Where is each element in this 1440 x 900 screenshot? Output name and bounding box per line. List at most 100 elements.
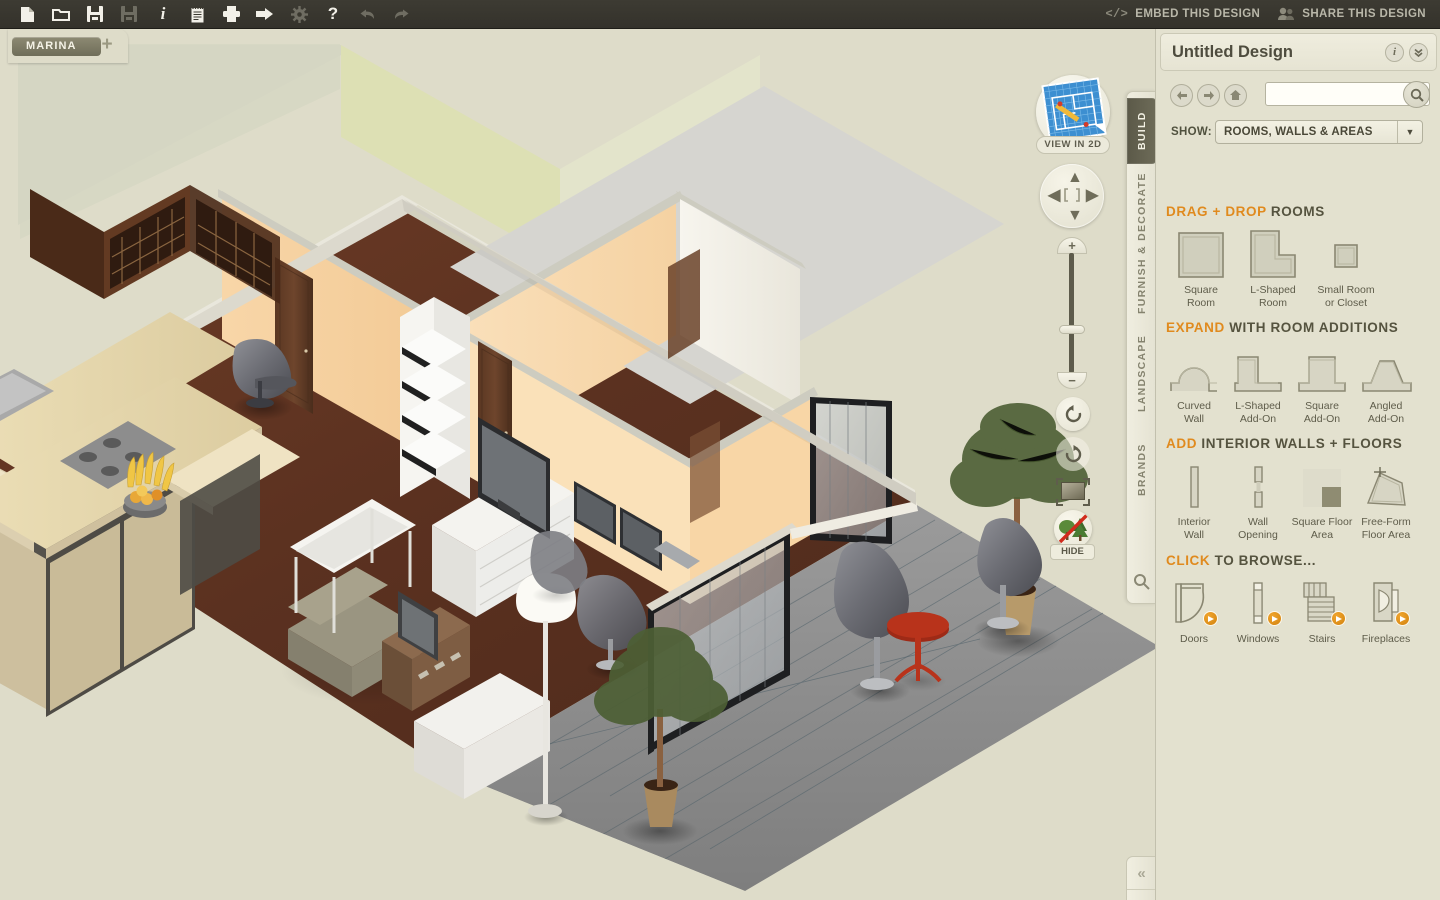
nav-forward-button[interactable]: [1197, 83, 1220, 107]
square-floor-area-icon: [1296, 457, 1348, 511]
rotate-right-button[interactable]: [1056, 437, 1090, 471]
open-folder-icon[interactable]: [44, 1, 78, 28]
material-swatch-button[interactable]: [1056, 478, 1090, 506]
fireplace-icon: [1360, 574, 1412, 628]
add-tab-button[interactable]: +: [99, 35, 115, 54]
rail-search-icon[interactable]: [1133, 573, 1150, 593]
export-icon[interactable]: [248, 1, 282, 28]
pan-right-arrow[interactable]: ▶: [1086, 188, 1098, 204]
item-square-addon[interactable]: Square Add-On: [1290, 341, 1354, 425]
item-caption: Fireplaces: [1361, 633, 1411, 645]
section-room-additions: EXPAND WITH ROOM ADDITIONS Curved Wall L…: [1156, 320, 1440, 425]
panel-search-box[interactable]: [1265, 81, 1430, 108]
item-l-shaped-room[interactable]: L-Shaped Room: [1240, 225, 1306, 309]
print-icon[interactable]: [214, 1, 248, 28]
zoom-in-button[interactable]: +: [1057, 237, 1087, 254]
panel-header-buttons: i: [1385, 42, 1436, 62]
addition-item-list: Curved Wall L-Shaped Add-On Square Add-O…: [1156, 341, 1440, 425]
stairs-icon: [1296, 574, 1348, 628]
settings-gear-icon[interactable]: [282, 1, 316, 28]
rail-tab-landscape[interactable]: LANDSCAPE: [1127, 324, 1155, 422]
square-room-icon: [1175, 225, 1227, 279]
door-grey-room: [690, 421, 720, 523]
item-caption: Windows: [1236, 633, 1280, 645]
item-square-floor-area[interactable]: Square Floor Area: [1290, 457, 1354, 541]
item-doors[interactable]: Doors: [1162, 574, 1226, 646]
undo-icon[interactable]: [350, 1, 384, 28]
embed-design-button[interactable]: </> EMBED THIS DESIGN: [1105, 7, 1260, 21]
save-icon[interactable]: [78, 1, 112, 28]
browse-go-badge[interactable]: [1331, 611, 1346, 626]
zoom-thumb[interactable]: [1059, 325, 1085, 334]
pan-left-arrow[interactable]: ◀: [1048, 188, 1060, 204]
zoom-track[interactable]: [1069, 253, 1074, 373]
rail-tab-furnish-decorate[interactable]: FURNISH & DECORATE: [1127, 170, 1155, 316]
section-title-room-additions: EXPAND WITH ROOM ADDITIONS: [1166, 320, 1399, 335]
embed-code-icon: </>: [1105, 7, 1129, 21]
pan-up-arrow[interactable]: ▲: [1067, 170, 1083, 186]
item-l-shaped-addon[interactable]: L-Shaped Add-On: [1226, 341, 1290, 425]
browse-go-badge[interactable]: [1203, 611, 1218, 626]
section-interior-walls-floors: ADD INTERIOR WALLS + FLOORS Interior Wall: [1156, 436, 1440, 541]
item-interior-wall[interactable]: Interior Wall: [1162, 457, 1226, 541]
curved-wall-icon: [1168, 341, 1220, 395]
floorplan-thumbnail-icon: [1041, 77, 1107, 143]
pan-control-pad[interactable]: ▲ ▼ ◀ ▶: [1040, 164, 1104, 228]
item-wall-opening[interactable]: Wall Opening: [1226, 457, 1290, 541]
item-caption: Curved Wall: [1177, 400, 1211, 425]
browse-go-badge[interactable]: [1395, 611, 1410, 626]
main-toolbar: i ? </> EMBED THIS DESIGN SHARE THIS DES…: [0, 0, 1440, 29]
item-fireplaces[interactable]: Fireplaces: [1354, 574, 1418, 646]
redo-icon[interactable]: [384, 1, 418, 28]
panel-info-button[interactable]: i: [1385, 42, 1404, 62]
section-title-drag-drop-rooms: DRAG + DROP ROOMS: [1166, 204, 1325, 219]
help-icon[interactable]: ?: [316, 1, 350, 28]
new-document-icon[interactable]: [10, 1, 44, 28]
rail-tab-build[interactable]: BUILD: [1127, 98, 1155, 164]
item-square-room[interactable]: Square Room: [1162, 225, 1240, 309]
item-angled-addon[interactable]: Angled Add-On: [1354, 341, 1418, 425]
collapse-next-button[interactable]: »: [1127, 891, 1155, 900]
panel-collapse-button[interactable]: [1409, 42, 1428, 62]
browse-item-list: Doors Windows Stairs Fireplaces: [1156, 574, 1440, 646]
section-drag-drop-rooms: DRAG + DROP ROOMS Square Room L-Shaped R…: [1156, 204, 1440, 309]
show-select[interactable]: ROOMS, WALLS & AREAS ▼: [1215, 120, 1423, 144]
hide-label[interactable]: HIDE: [1050, 544, 1095, 560]
save-as-icon[interactable]: [112, 1, 146, 28]
nav-back-button[interactable]: [1170, 83, 1193, 107]
rotate-left-button[interactable]: [1056, 397, 1090, 431]
collapse-prev-button[interactable]: «: [1127, 857, 1155, 890]
item-free-form-floor-area[interactable]: Free-Form Floor Area: [1354, 457, 1418, 541]
info-icon[interactable]: i: [146, 1, 180, 28]
item-caption: L-Shaped Add-On: [1235, 400, 1281, 425]
nav-home-button[interactable]: [1224, 83, 1247, 107]
item-caption: Interior Wall: [1177, 516, 1211, 541]
browse-go-badge[interactable]: [1267, 611, 1282, 626]
view-in-2d-label[interactable]: VIEW IN 2D: [1036, 136, 1110, 154]
rail-tab-brands[interactable]: BRANDS: [1127, 430, 1155, 510]
embed-design-label: EMBED THIS DESIGN: [1135, 8, 1261, 20]
item-stairs[interactable]: Stairs: [1290, 574, 1354, 646]
canvas-collapse-controls: « »: [1126, 856, 1155, 900]
panel-search-input[interactable]: [1270, 86, 1402, 103]
design-canvas[interactable]: VIEW IN 2D ▲ ▼ ◀ ▶ + − HIDE BUILD FURNIS…: [0, 29, 1155, 900]
notes-icon[interactable]: [180, 1, 214, 28]
interior-wall-icon: [1168, 457, 1220, 511]
share-design-button[interactable]: SHARE THIS DESIGN: [1278, 7, 1426, 21]
chevron-down-icon[interactable]: ▼: [1397, 121, 1422, 143]
fit-to-screen-button[interactable]: [1064, 188, 1080, 202]
3d-floorplan-render[interactable]: [0, 29, 1155, 900]
share-design-label: SHARE THIS DESIGN: [1302, 8, 1426, 20]
item-caption: Square Room: [1184, 284, 1218, 309]
zoom-slider[interactable]: + −: [1056, 237, 1088, 389]
panel-search-button[interactable]: [1403, 81, 1430, 108]
free-form-floor-area-icon: [1360, 457, 1412, 511]
item-caption: Angled Add-On: [1367, 400, 1405, 425]
item-windows[interactable]: Windows: [1226, 574, 1290, 646]
document-tab-marina[interactable]: MARINA: [12, 37, 101, 56]
pan-down-arrow[interactable]: ▼: [1067, 208, 1083, 224]
hide-landscape-button[interactable]: [1054, 510, 1092, 548]
item-small-room-closet[interactable]: Small Room or Closet: [1306, 225, 1386, 309]
zoom-out-button[interactable]: −: [1057, 372, 1087, 389]
item-curved-wall[interactable]: Curved Wall: [1162, 341, 1226, 425]
